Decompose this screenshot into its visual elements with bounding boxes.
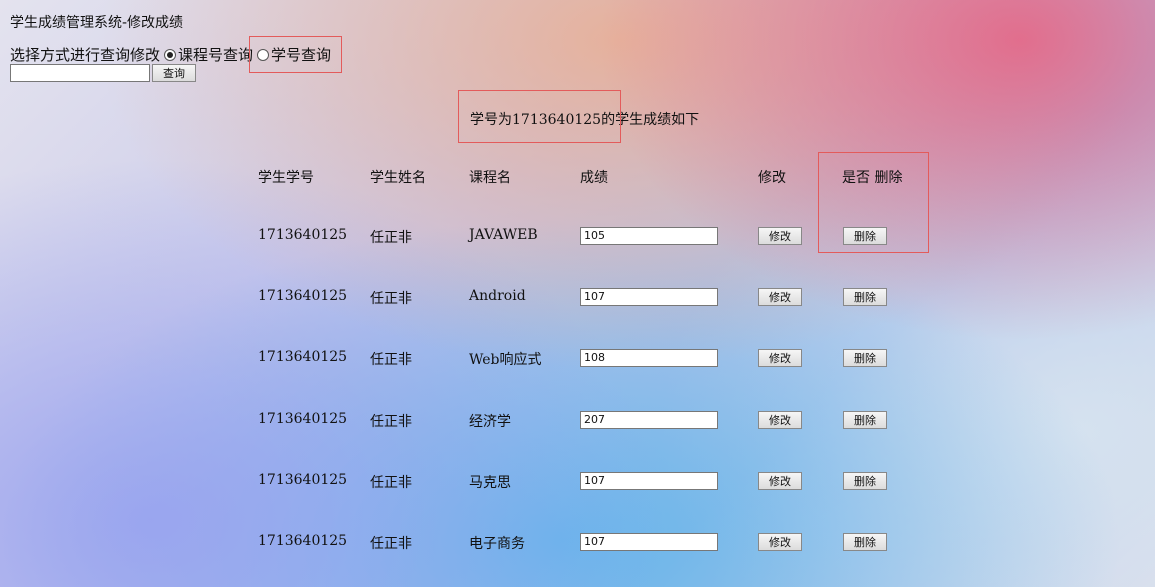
score-input[interactable]: 107 (580, 288, 718, 306)
score-input[interactable]: 108 (580, 349, 718, 367)
student-id-query-label[interactable]: 学号查询 (271, 44, 331, 65)
row-course: 经济学 (469, 414, 511, 430)
score-input[interactable]: 107 (580, 472, 718, 490)
row-student-id: 1713640125 (258, 533, 348, 549)
row-course: Android (469, 288, 526, 304)
row-student-name: 任正非 (370, 475, 412, 491)
course-query-radio[interactable] (164, 48, 177, 61)
header-course: 课程名 (469, 170, 511, 186)
edit-button[interactable]: 修改 (758, 411, 802, 429)
header-delete: 是否 删除 (842, 170, 903, 186)
row-student-id: 1713640125 (258, 288, 348, 304)
delete-button[interactable]: 删除 (843, 533, 887, 551)
student-id-query-radio[interactable] (257, 48, 270, 61)
search-input[interactable] (10, 64, 150, 82)
edit-button[interactable]: 修改 (758, 533, 802, 551)
delete-button[interactable]: 删除 (843, 288, 887, 306)
edit-button[interactable]: 修改 (758, 472, 802, 490)
delete-button[interactable]: 删除 (843, 227, 887, 245)
course-query-label[interactable]: 课程号查询 (178, 44, 253, 65)
edit-button[interactable]: 修改 (758, 349, 802, 367)
edit-button[interactable]: 修改 (758, 227, 802, 245)
edit-button[interactable]: 修改 (758, 288, 802, 306)
delete-button[interactable]: 删除 (843, 472, 887, 490)
score-input[interactable]: 105 (580, 227, 718, 245)
result-heading: 学号为1713640125的学生成绩如下 (470, 112, 700, 128)
query-method-row: 选择方式进行查询修改 课程号查询 学号查询 (10, 44, 331, 65)
row-student-id: 1713640125 (258, 411, 348, 427)
header-student-id: 学生学号 (258, 170, 314, 186)
header-score: 成绩 (580, 170, 608, 186)
row-course: 电子商务 (469, 536, 525, 552)
header-edit: 修改 (758, 170, 786, 186)
header-student-name: 学生姓名 (370, 170, 426, 186)
row-course: Web响应式 (469, 352, 542, 368)
row-student-name: 任正非 (370, 414, 412, 430)
row-course: 马克思 (469, 475, 511, 491)
row-student-name: 任正非 (370, 352, 412, 368)
row-student-id: 1713640125 (258, 349, 348, 365)
row-course: JAVAWEB (469, 227, 538, 243)
row-student-id: 1713640125 (258, 472, 348, 488)
row-student-name: 任正非 (370, 536, 412, 552)
row-student-id: 1713640125 (258, 227, 348, 243)
search-button[interactable]: 查询 (152, 64, 196, 82)
delete-button[interactable]: 删除 (843, 349, 887, 367)
delete-button[interactable]: 删除 (843, 411, 887, 429)
score-input[interactable]: 207 (580, 411, 718, 429)
score-input[interactable]: 107 (580, 533, 718, 551)
row-student-name: 任正非 (370, 291, 412, 307)
page-title: 学生成绩管理系统-修改成绩 (10, 15, 184, 31)
row-student-name: 任正非 (370, 230, 412, 246)
query-method-label: 选择方式进行查询修改 (10, 46, 161, 64)
